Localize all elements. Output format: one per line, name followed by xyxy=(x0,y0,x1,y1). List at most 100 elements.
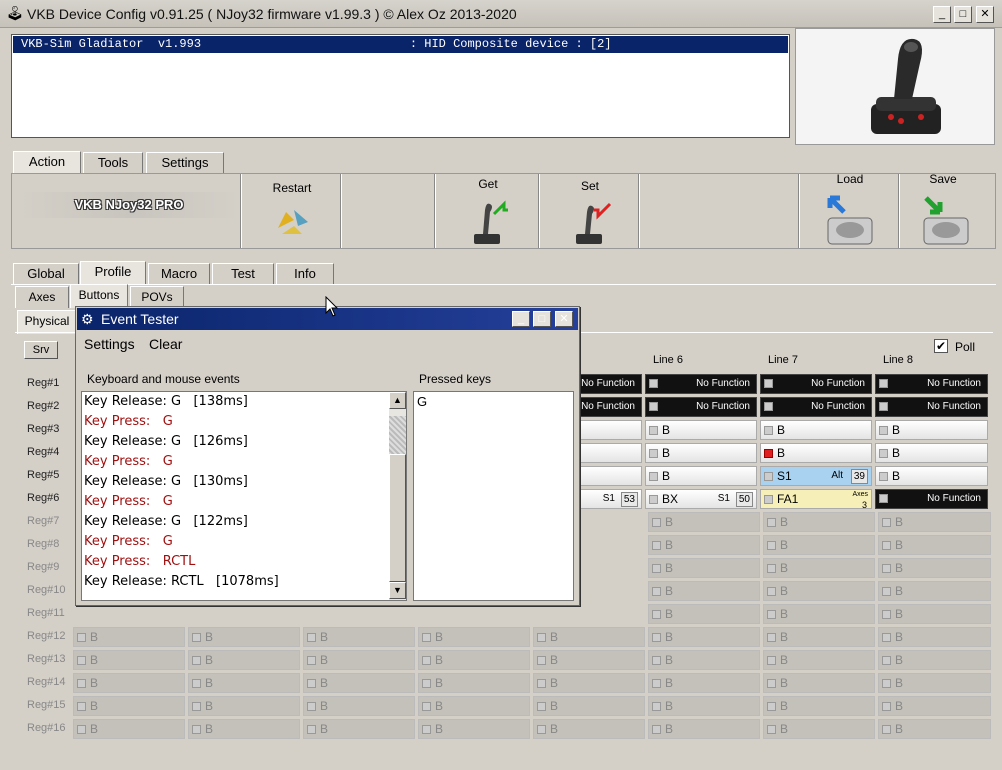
button-cell[interactable]: B xyxy=(878,512,991,532)
tab-profile[interactable]: Profile xyxy=(80,261,146,285)
button-cell[interactable]: B xyxy=(188,650,300,670)
button-cell[interactable]: S1 Alt 39 xyxy=(760,466,872,486)
button-cell[interactable]: B xyxy=(878,719,991,739)
button-cell[interactable]: B xyxy=(648,581,760,601)
button-cell[interactable]: B xyxy=(418,696,530,716)
button-cell[interactable]: No Function xyxy=(645,374,757,394)
events-list[interactable]: Key Release: G [138ms] Key Press: G Key Re… xyxy=(81,391,407,601)
minimize-button[interactable]: _ xyxy=(933,6,951,23)
tab-povs[interactable]: POVs xyxy=(130,286,184,308)
srv-button[interactable]: Srv xyxy=(24,341,58,359)
button-cell[interactable]: B xyxy=(760,420,872,440)
button-cell[interactable]: B xyxy=(648,719,760,739)
tab-settings[interactable]: Settings xyxy=(146,152,224,174)
button-cell[interactable]: No Function xyxy=(760,374,872,394)
button-cell[interactable]: B xyxy=(763,650,875,670)
button-cell[interactable]: B xyxy=(645,443,757,463)
button-cell[interactable]: B xyxy=(875,443,988,463)
button-cell[interactable]: B xyxy=(645,466,757,486)
poll-checkbox[interactable]: ✔ xyxy=(934,339,948,353)
button-cell[interactable]: No Function xyxy=(875,397,988,417)
button-cell[interactable]: BX S1 50 xyxy=(645,489,757,509)
button-cell[interactable]: B xyxy=(648,604,760,624)
restart-button[interactable]: Restart xyxy=(244,174,340,248)
pressed-keys-list[interactable]: G xyxy=(413,391,574,601)
device-list[interactable]: VKB-Sim Gladiator v1.993 : HID Composite… xyxy=(11,34,790,138)
button-cell[interactable]: B xyxy=(188,719,300,739)
button-cell[interactable]: B xyxy=(878,604,991,624)
button-cell[interactable]: B xyxy=(763,696,875,716)
button-cell[interactable]: B xyxy=(645,420,757,440)
button-cell[interactable]: B xyxy=(418,719,530,739)
button-cell[interactable]: B xyxy=(188,627,300,647)
button-cell[interactable]: B xyxy=(648,558,760,578)
device-item-selected[interactable]: VKB-Sim Gladiator v1.993 : HID Composite… xyxy=(13,36,788,53)
button-cell[interactable]: B xyxy=(875,466,988,486)
tab-macro[interactable]: Macro xyxy=(148,263,210,285)
button-cell[interactable]: B xyxy=(760,443,872,463)
button-cell[interactable]: B xyxy=(648,535,760,555)
button-cell[interactable]: B xyxy=(763,627,875,647)
button-cell[interactable]: B xyxy=(763,512,875,532)
menu-clear[interactable]: Clear xyxy=(149,336,182,352)
button-cell[interactable]: No Function xyxy=(875,489,988,509)
button-cell[interactable]: B xyxy=(763,558,875,578)
button-cell[interactable]: B xyxy=(73,627,185,647)
button-cell[interactable]: B xyxy=(878,558,991,578)
maximize-button[interactable]: □ xyxy=(954,6,972,23)
button-cell[interactable]: B xyxy=(878,673,991,693)
button-cell[interactable]: B xyxy=(533,696,645,716)
button-cell[interactable]: B xyxy=(73,673,185,693)
button-cell[interactable]: B xyxy=(533,627,645,647)
button-cell[interactable]: B xyxy=(418,673,530,693)
load-button[interactable]: Load xyxy=(802,172,898,248)
button-cell[interactable]: B xyxy=(533,719,645,739)
scroll-down-icon[interactable]: ▼ xyxy=(389,582,406,599)
tab-tools[interactable]: Tools xyxy=(83,152,143,174)
menu-settings[interactable]: Settings xyxy=(84,336,135,352)
get-button[interactable]: Get xyxy=(438,174,538,248)
button-cell[interactable]: No Function xyxy=(875,374,988,394)
dialog-maximize-button[interactable]: □ xyxy=(533,311,551,327)
button-cell[interactable]: B xyxy=(648,673,760,693)
button-cell[interactable]: B xyxy=(763,581,875,601)
button-cell[interactable]: B xyxy=(648,512,760,532)
button-cell[interactable]: B xyxy=(878,581,991,601)
scroll-up-icon[interactable]: ▲ xyxy=(389,392,406,409)
button-cell[interactable]: No Function xyxy=(645,397,757,417)
tab-global[interactable]: Global xyxy=(13,263,79,285)
button-cell[interactable]: B xyxy=(188,696,300,716)
button-cell[interactable]: B xyxy=(533,650,645,670)
button-cell[interactable]: B xyxy=(73,696,185,716)
button-cell[interactable]: B xyxy=(303,719,415,739)
tab-buttons[interactable]: Buttons xyxy=(70,284,128,308)
button-cell[interactable]: B xyxy=(878,696,991,716)
button-cell[interactable]: B xyxy=(648,627,760,647)
button-cell[interactable]: B xyxy=(763,719,875,739)
button-cell[interactable]: B xyxy=(303,627,415,647)
button-cell[interactable]: B xyxy=(533,673,645,693)
dialog-minimize-button[interactable]: _ xyxy=(512,311,530,327)
button-cell[interactable]: No Function xyxy=(760,397,872,417)
button-cell[interactable]: B xyxy=(878,535,991,555)
button-cell[interactable]: B xyxy=(648,696,760,716)
button-cell[interactable]: B xyxy=(763,673,875,693)
button-cell[interactable]: B xyxy=(303,650,415,670)
button-cell[interactable]: B xyxy=(648,650,760,670)
dialog-close-button[interactable]: ✕ xyxy=(555,311,573,327)
button-cell[interactable]: B xyxy=(763,604,875,624)
set-button[interactable]: Set xyxy=(542,174,638,248)
button-cell[interactable]: B xyxy=(875,420,988,440)
button-cell[interactable]: B xyxy=(763,535,875,555)
tab-physical[interactable]: Physical xyxy=(17,310,77,334)
button-cell[interactable]: B xyxy=(418,627,530,647)
tab-axes[interactable]: Axes xyxy=(15,286,69,308)
button-cell[interactable]: B xyxy=(73,650,185,670)
button-cell[interactable]: B xyxy=(73,719,185,739)
button-cell[interactable]: B xyxy=(878,627,991,647)
scroll-thumb[interactable] xyxy=(389,454,406,582)
button-cell[interactable]: B xyxy=(188,673,300,693)
save-button[interactable]: Save xyxy=(902,172,996,248)
button-cell[interactable]: B xyxy=(418,650,530,670)
button-cell[interactable]: FA1 Axes 3 xyxy=(760,489,872,509)
